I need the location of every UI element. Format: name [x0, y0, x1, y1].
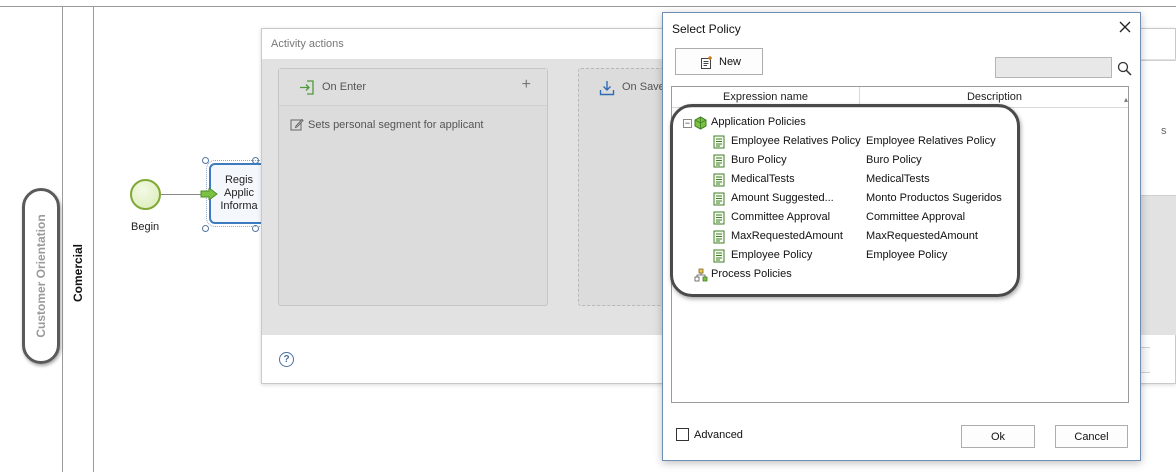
start-event[interactable] — [130, 179, 161, 210]
selection-handle[interactable] — [252, 225, 259, 232]
add-action-button[interactable]: + — [522, 76, 531, 94]
advanced-checkbox[interactable] — [676, 428, 689, 441]
search-input[interactable] — [995, 57, 1112, 78]
close-icon[interactable] — [1117, 19, 1133, 35]
ok-button[interactable]: Ok — [961, 425, 1035, 448]
start-event-label: Begin — [131, 221, 160, 233]
task-node[interactable]: Regis Applic Informa — [206, 160, 272, 227]
task-arrow-icon — [200, 188, 218, 200]
pool-label[interactable]: Customer Orientation — [22, 188, 60, 364]
task-label-line: Regis — [224, 174, 254, 186]
right-panel-edge: s — [1140, 60, 1176, 196]
edit-icon — [290, 118, 304, 131]
help-icon[interactable]: ? — [279, 352, 294, 367]
new-button[interactable]: New — [675, 48, 763, 75]
panel-header: On Enter + — [279, 69, 547, 106]
panel-title: On Save — [622, 81, 665, 93]
task-label-line: Applic — [224, 187, 254, 199]
on-enter-panel: On Enter + Sets personal segment for app… — [278, 68, 548, 306]
dialog-title: Activity actions — [271, 38, 344, 50]
sort-arrow-icon: ▴ — [1124, 95, 1129, 104]
download-icon — [599, 81, 615, 96]
right-panel-text: s — [1161, 125, 1167, 137]
selection-handle[interactable] — [202, 157, 209, 164]
cancel-button[interactable]: Cancel — [1055, 425, 1128, 448]
panel-title: On Enter — [322, 81, 367, 93]
annotation-ring — [670, 104, 1020, 297]
enter-icon — [300, 80, 314, 95]
new-expression-icon — [701, 56, 712, 69]
action-item[interactable]: Sets personal segment for applicant — [290, 118, 484, 131]
task-label-line: Informa — [220, 200, 258, 212]
lane-label[interactable]: Comercial — [71, 244, 85, 302]
on-save-panel: On Save — [578, 68, 668, 306]
dialog-title: Select Policy — [672, 22, 741, 36]
new-button-label: New — [719, 56, 742, 68]
search-icon[interactable] — [1117, 61, 1132, 76]
lane-header — [63, 6, 94, 472]
advanced-label: Advanced — [694, 429, 743, 441]
selection-handle[interactable] — [202, 225, 209, 232]
pool-label-text: Customer Orientation — [34, 214, 48, 338]
action-item-label: Sets personal segment for applicant — [308, 119, 484, 131]
